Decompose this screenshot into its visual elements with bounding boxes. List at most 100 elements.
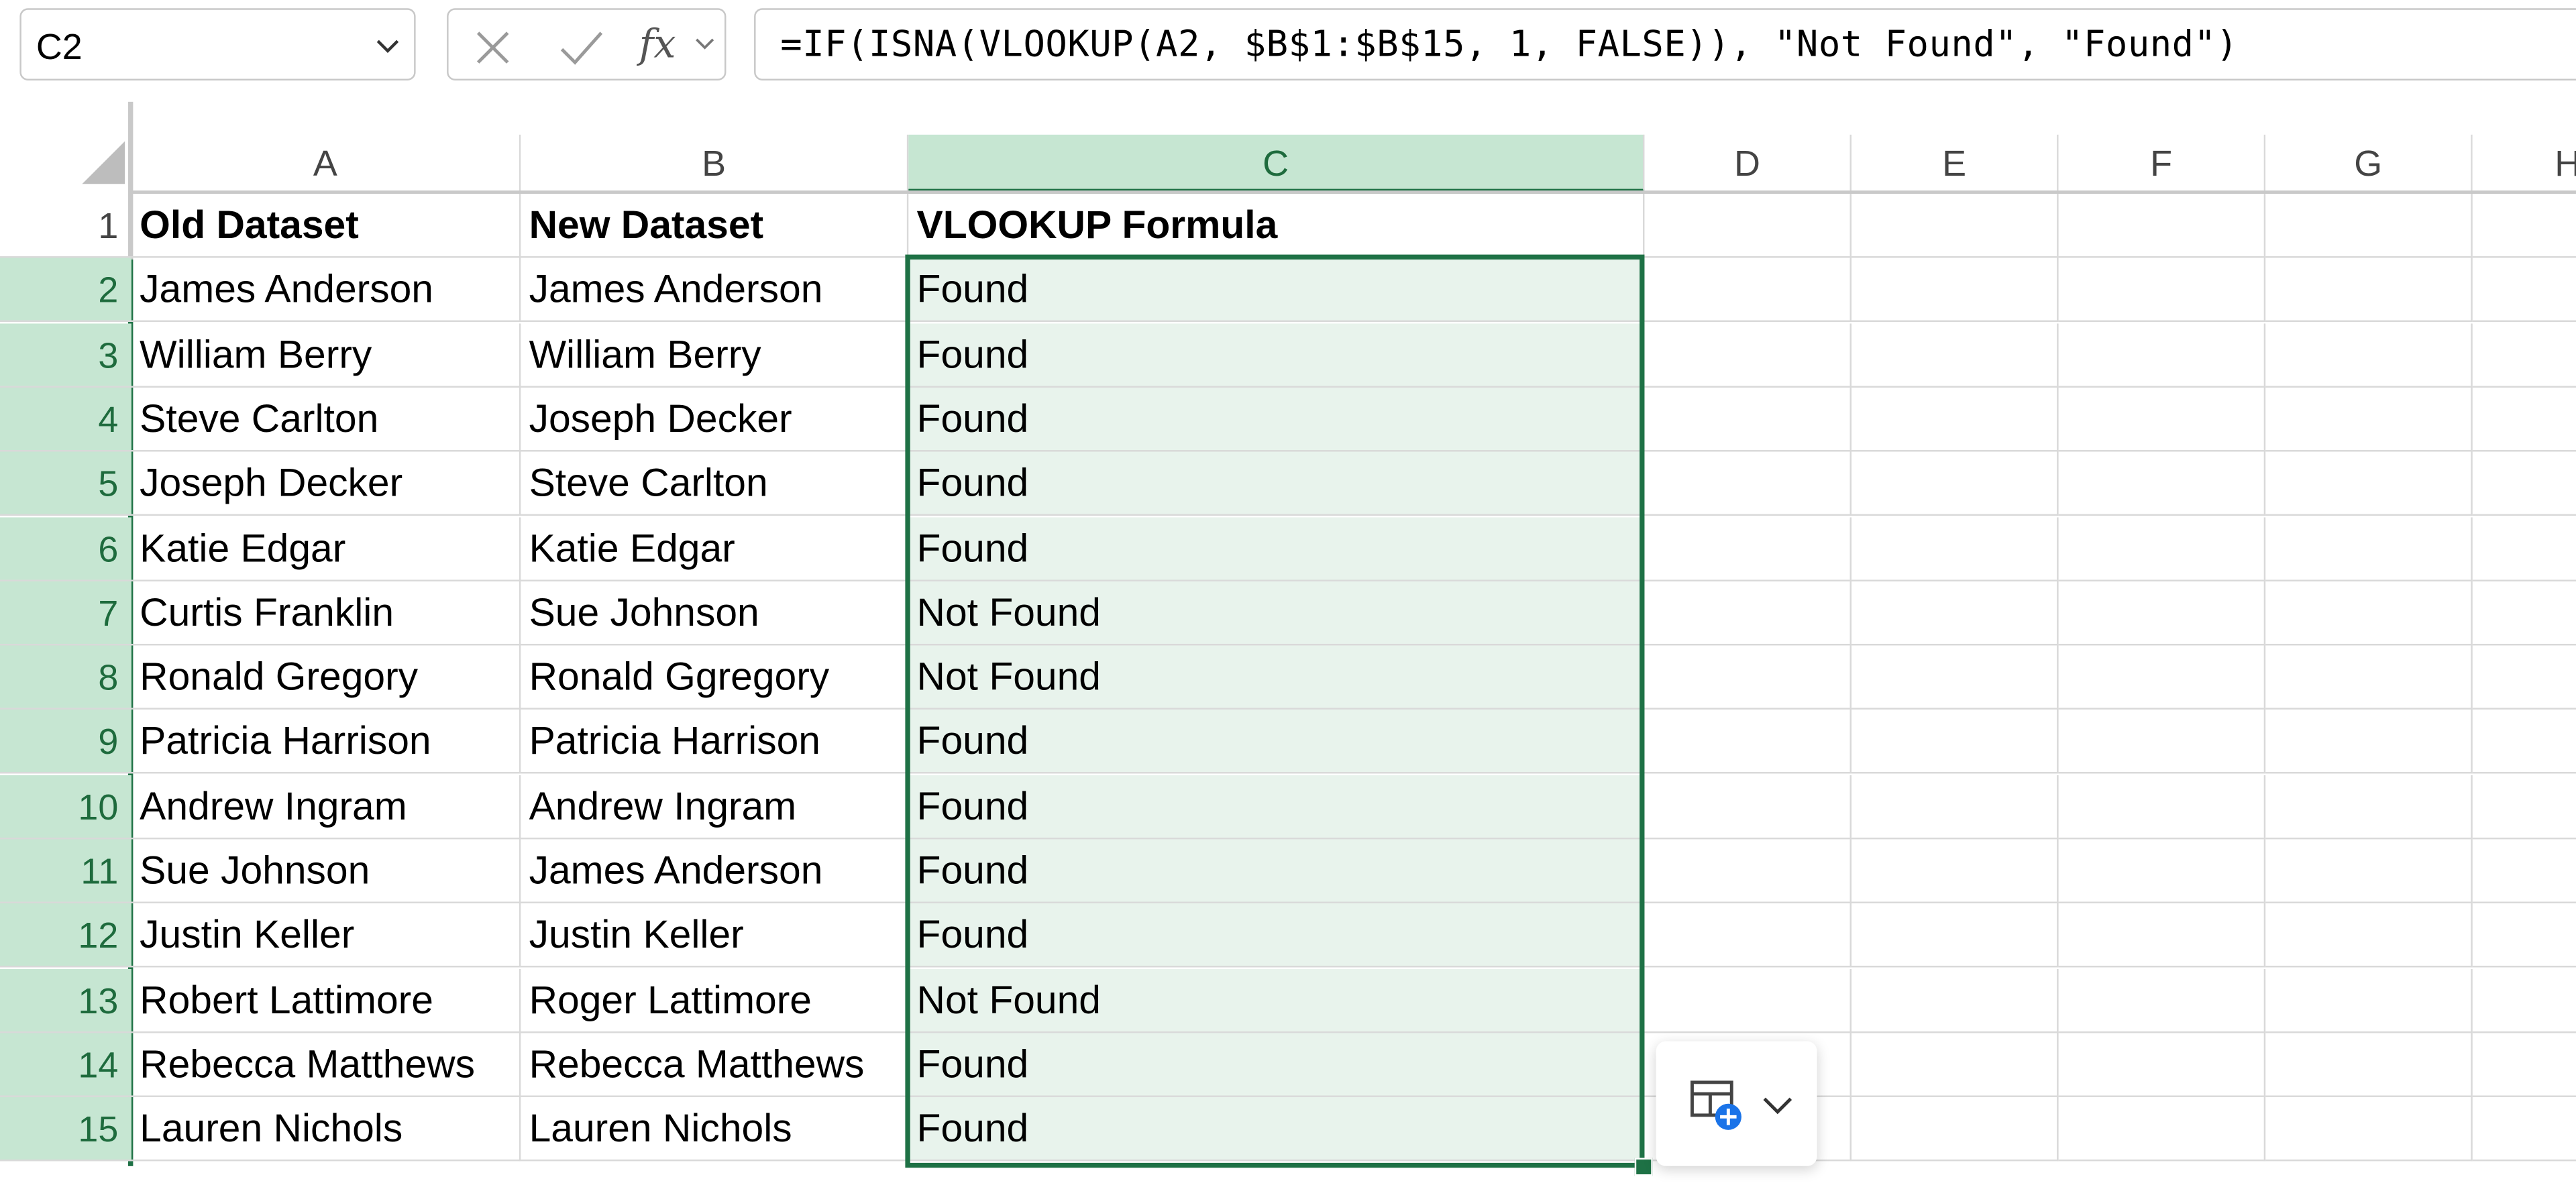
cell-empty-15[interactable]	[2265, 1096, 2473, 1162]
cell-a-1[interactable]: Old Dataset	[131, 193, 521, 258]
cell-b-14[interactable]: Rebecca Matthews	[521, 1033, 909, 1097]
cell-empty-6[interactable]	[2472, 517, 2576, 581]
row-header-8[interactable]: 8	[0, 645, 131, 710]
fill-handle[interactable]	[1634, 1158, 1653, 1176]
cell-empty-1[interactable]	[2472, 194, 2576, 258]
cell-empty-15[interactable]	[1851, 1096, 2059, 1162]
cell-empty-7[interactable]	[2058, 581, 2266, 646]
cell-empty-11[interactable]	[2472, 839, 2576, 903]
column-header-a[interactable]: A	[131, 134, 521, 194]
cell-empty-12[interactable]	[1851, 903, 2059, 968]
cell-empty-2[interactable]	[2472, 258, 2576, 323]
cell-empty-7[interactable]	[1644, 581, 1852, 646]
cell-empty-9[interactable]	[2058, 709, 2266, 774]
cell-empty-9[interactable]	[2472, 710, 2576, 774]
cell-empty-2[interactable]	[1851, 258, 2059, 323]
cell-a-12[interactable]: Justin Keller	[131, 903, 521, 968]
cell-a-13[interactable]: Robert Lattimore	[131, 968, 521, 1033]
cell-empty-12[interactable]	[2472, 903, 2576, 968]
row-header-6[interactable]: 6	[0, 517, 131, 581]
cell-empty-5[interactable]	[2472, 451, 2576, 516]
cell-empty-2[interactable]	[2058, 258, 2266, 323]
chevron-down-icon[interactable]	[1761, 1094, 1794, 1117]
column-header-f[interactable]: F	[2058, 134, 2266, 194]
cell-b-1[interactable]: New Dataset	[521, 193, 909, 258]
cell-a-3[interactable]: William Berry	[131, 323, 521, 388]
cell-c-1[interactable]: VLOOKUP Formula	[908, 193, 1645, 258]
cell-empty-3[interactable]	[2472, 323, 2576, 388]
row-header-15[interactable]: 15	[0, 1096, 131, 1162]
cell-empty-1[interactable]	[2058, 193, 2266, 258]
cell-a-6[interactable]: Katie Edgar	[131, 517, 521, 581]
cell-empty-3[interactable]	[2058, 323, 2266, 388]
cell-c-6[interactable]: Found	[908, 517, 1645, 581]
cell-empty-4[interactable]	[1851, 387, 2059, 452]
cell-empty-6[interactable]	[1851, 517, 2059, 581]
cell-c-8[interactable]: Not Found	[908, 645, 1645, 710]
chevron-down-icon[interactable]	[371, 30, 404, 62]
cell-empty-8[interactable]	[2058, 645, 2266, 710]
chevron-down-icon[interactable]	[695, 36, 714, 52]
cell-empty-8[interactable]	[2472, 645, 2576, 710]
select-all-corner[interactable]	[0, 98, 131, 194]
cell-c-11[interactable]: Found	[908, 839, 1645, 903]
row-header-4[interactable]: 4	[0, 387, 131, 452]
cell-b-6[interactable]: Katie Edgar	[521, 517, 909, 581]
cell-c-5[interactable]: Found	[908, 451, 1645, 516]
formula-text[interactable]: =IF(ISNA(VLOOKUP(A2, $B$1:$B$15, 1, FALS…	[780, 25, 2238, 66]
cell-empty-13[interactable]	[1644, 968, 1852, 1033]
row-header-12[interactable]: 12	[0, 903, 131, 968]
cell-empty-7[interactable]	[2472, 581, 2576, 646]
cell-a-15[interactable]: Lauren Nichols	[131, 1096, 521, 1162]
cell-c-14[interactable]: Found	[908, 1033, 1645, 1097]
close-icon[interactable]	[472, 26, 515, 69]
cell-a-2[interactable]: James Anderson	[131, 258, 521, 323]
select-all-triangle-icon[interactable]	[0, 99, 131, 194]
cell-c-7[interactable]: Not Found	[908, 581, 1645, 646]
cell-empty-11[interactable]	[2265, 839, 2473, 903]
cell-c-9[interactable]: Found	[908, 709, 1645, 774]
cell-empty-1[interactable]	[1851, 193, 2059, 258]
cell-empty-13[interactable]	[2472, 969, 2576, 1033]
cell-empty-3[interactable]	[1851, 323, 2059, 388]
cell-empty-1[interactable]	[1644, 193, 1852, 258]
cell-empty-10[interactable]	[2265, 775, 2473, 840]
cell-empty-13[interactable]	[2058, 968, 2266, 1033]
cell-b-2[interactable]: James Anderson	[521, 258, 909, 323]
cell-b-11[interactable]: James Anderson	[521, 839, 909, 903]
cell-b-9[interactable]: Patricia Harrison	[521, 709, 909, 774]
cell-empty-3[interactable]	[1644, 323, 1852, 388]
cell-a-4[interactable]: Steve Carlton	[131, 387, 521, 452]
row-header-7[interactable]: 7	[0, 581, 131, 646]
cell-empty-6[interactable]	[2265, 517, 2473, 581]
cell-empty-10[interactable]	[1851, 775, 2059, 840]
cell-empty-14[interactable]	[2058, 1033, 2266, 1097]
cell-empty-5[interactable]	[2058, 451, 2266, 516]
cell-b-5[interactable]: Steve Carlton	[521, 451, 909, 516]
cell-b-7[interactable]: Sue Johnson	[521, 581, 909, 646]
cell-b-12[interactable]: Justin Keller	[521, 903, 909, 968]
cell-empty-7[interactable]	[2265, 581, 2473, 646]
cell-empty-5[interactable]	[1644, 451, 1852, 516]
row-header-13[interactable]: 13	[0, 968, 131, 1033]
cell-b-3[interactable]: William Berry	[521, 323, 909, 388]
cell-a-7[interactable]: Curtis Franklin	[131, 581, 521, 646]
cell-empty-5[interactable]	[1851, 451, 2059, 516]
column-header-h[interactable]: H	[2472, 134, 2576, 194]
check-icon[interactable]	[557, 26, 606, 69]
row-header-3[interactable]: 3	[0, 323, 131, 388]
cell-b-10[interactable]: Andrew Ingram	[521, 775, 909, 840]
cell-empty-6[interactable]	[2058, 517, 2266, 581]
cell-a-9[interactable]: Patricia Harrison	[131, 709, 521, 774]
cell-a-14[interactable]: Rebecca Matthews	[131, 1033, 521, 1097]
quick-analysis-icon[interactable]	[1689, 1078, 1745, 1133]
cell-empty-8[interactable]	[2265, 645, 2473, 710]
cell-empty-6[interactable]	[1644, 517, 1852, 581]
cell-empty-3[interactable]	[2265, 323, 2473, 388]
cell-empty-11[interactable]	[1644, 839, 1852, 903]
name-box[interactable]: C2	[19, 8, 416, 81]
cell-empty-2[interactable]	[2265, 258, 2473, 323]
row-header-1[interactable]: 1	[0, 194, 131, 258]
cell-c-3[interactable]: Found	[908, 323, 1645, 388]
cell-empty-4[interactable]	[1644, 387, 1852, 452]
